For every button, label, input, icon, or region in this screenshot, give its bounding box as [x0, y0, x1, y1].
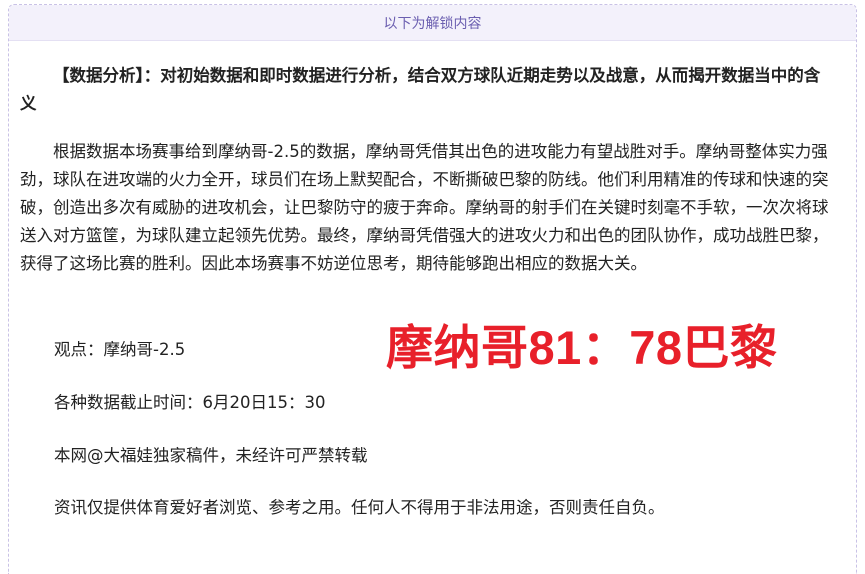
article-heading: 【数据分析】：对初始数据和即时数据进行分析，结合双方球队近期走势以及战意，从而揭… [20, 66, 821, 113]
disclaimer-line: 资讯仅提供体育爱好者浏览、参考之用。任何人不得用于非法用途，否则责任自负。 [54, 498, 665, 517]
score-overlay: 摩纳哥81：78巴黎 [386, 321, 778, 374]
unlock-banner-label: 以下为解锁内容 [383, 15, 482, 32]
copyright-line: 本网@大福娃独家稿件，未经许可严禁转载 [54, 446, 368, 465]
viewpoint-line: 观点：摩纳哥-2.5 [54, 340, 186, 359]
data-cutoff-line: 各种数据截止时间：6月20日15：30 [54, 393, 326, 412]
unlock-banner: 以下为解锁内容 [9, 5, 856, 41]
article-paragraph: 根据数据本场赛事给到摩纳哥-2.5的数据，摩纳哥凭借其出色的进攻能力有望战胜对手… [20, 142, 829, 273]
article-body: 【数据分析】：对初始数据和即时数据进行分析，结合双方球队近期走势以及战意，从而揭… [20, 62, 832, 278]
